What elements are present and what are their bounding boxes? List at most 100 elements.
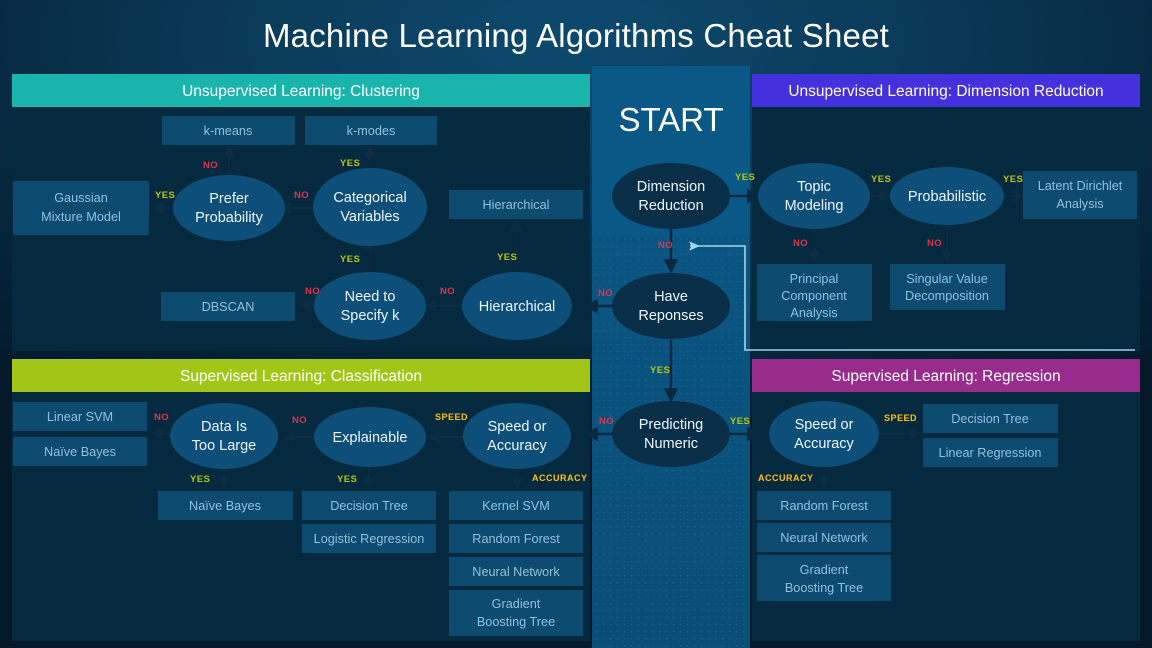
- box-pca-line3: Analysis: [790, 306, 837, 320]
- box-k-modes[interactable]: k-modes: [305, 116, 437, 145]
- node-dimension-reduction-line2: Reduction: [638, 198, 703, 214]
- box-k-means-label: k-means: [204, 124, 253, 138]
- box-naive-bayes-left[interactable]: Naïve Bayes: [13, 437, 147, 466]
- node-need-to-specify-k-line2: Specify k: [341, 308, 401, 324]
- box-hierarchical-result[interactable]: Hierarchical: [449, 190, 583, 219]
- box-random-forest-regression[interactable]: Random Forest: [757, 491, 891, 520]
- node-have-responses[interactable]: Have Reponses: [612, 273, 730, 339]
- box-pca-line1: Principal: [790, 272, 839, 286]
- box-pca-line2: Component: [781, 289, 847, 303]
- edge-label-exp-dt: YES: [337, 474, 357, 485]
- box-gradient-boosting-tree-classification[interactable]: Gradient Boosting Tree: [449, 590, 583, 636]
- edge-label-k-cv: YES: [340, 254, 360, 265]
- node-hierarchical-decision[interactable]: Hierarchical: [462, 272, 572, 340]
- box-lda-line2: Analysis: [1056, 197, 1103, 211]
- box-k-modes-label: k-modes: [347, 124, 396, 138]
- node-need-to-specify-k[interactable]: Need to Specify k: [314, 272, 426, 340]
- box-kernel-svm-label: Kernel SVM: [482, 499, 550, 513]
- node-probabilistic[interactable]: Probabilistic: [890, 167, 1004, 225]
- diagram-svg: Unsupervised Learning: Clustering Unsupe…: [12, 17, 1140, 648]
- node-data-is-too-large[interactable]: Data Is Too Large: [170, 403, 278, 469]
- edge-label-pn-yes: YES: [730, 416, 750, 427]
- node-categorical-variables-line1: Categorical: [333, 190, 406, 206]
- box-dbscan-label: DBSCAN: [202, 300, 255, 314]
- node-have-responses-line2: Reponses: [638, 308, 703, 324]
- node-dimension-reduction[interactable]: Dimension Reduction: [612, 163, 730, 229]
- node-need-to-specify-k-line1: Need to: [345, 289, 396, 305]
- node-topic-modeling-line1: Topic: [797, 179, 831, 195]
- cheat-sheet-canvas: Unsupervised Learning: Clustering Unsupe…: [0, 0, 1152, 648]
- node-predicting-numeric[interactable]: Predicting Numeric: [612, 401, 730, 467]
- edge-label-prob-lda: YES: [1003, 174, 1023, 185]
- box-linear-regression-label: Linear Regression: [939, 446, 1042, 460]
- box-gradient-boosting-tree-regression[interactable]: Gradient Boosting Tree: [757, 555, 891, 601]
- edge-label-regression-accuracy: ACCURACY: [758, 473, 814, 483]
- node-sa-regression-line1: Speed or: [795, 417, 854, 433]
- edge-label-hr-yes: YES: [650, 365, 670, 376]
- box-dbscan[interactable]: DBSCAN: [161, 292, 295, 321]
- box-svd-line1: Singular Value: [906, 272, 988, 286]
- box-lda-line1: Latent Dirichlet: [1038, 179, 1123, 193]
- edge-label-cv-kmodes: YES: [340, 158, 360, 169]
- box-random-forest-classification[interactable]: Random Forest: [449, 524, 583, 553]
- edge-label-pp-kmeans: NO: [203, 160, 218, 171]
- box-gaussian-mixture-model[interactable]: Gaussian Mixture Model: [13, 181, 149, 235]
- edge-label-regression-speed: SPEED: [884, 413, 917, 423]
- box-neural-network-classification[interactable]: Neural Network: [449, 557, 583, 586]
- box-decision-tree-regression[interactable]: Decision Tree: [923, 404, 1058, 433]
- node-prefer-probability-line2: Probability: [195, 210, 263, 226]
- panel-header-dimension-reduction-label: Unsupervised Learning: Dimension Reducti…: [788, 83, 1103, 100]
- box-singular-value-decomposition[interactable]: Singular Value Decomposition: [890, 264, 1005, 310]
- box-decision-tree-regression-label: Decision Tree: [951, 412, 1029, 426]
- box-latent-dirichlet-analysis[interactable]: Latent Dirichlet Analysis: [1023, 171, 1137, 219]
- box-linear-svm-label: Linear SVM: [47, 410, 113, 424]
- node-prefer-probability[interactable]: Prefer Probability: [173, 175, 285, 241]
- box-k-means[interactable]: k-means: [162, 116, 295, 145]
- edge-label-dl-svm: NO: [154, 412, 169, 423]
- node-hierarchical-decision-line1: Hierarchical: [479, 299, 556, 315]
- edge-label-exp-dl: NO: [292, 415, 307, 426]
- node-topic-modeling-line2: Modeling: [785, 198, 844, 214]
- start-label: START: [618, 101, 723, 138]
- edge-label-dl-nb: YES: [190, 474, 210, 485]
- node-topic-modeling[interactable]: Topic Modeling: [758, 163, 870, 229]
- page-title: Machine Learning Algorithms Cheat Sheet: [263, 17, 889, 54]
- node-explainable[interactable]: Explainable: [314, 407, 426, 467]
- edge-label-hier-box: YES: [497, 252, 517, 263]
- box-neural-network-regression[interactable]: Neural Network: [757, 523, 891, 552]
- box-kernel-svm[interactable]: Kernel SVM: [449, 491, 583, 520]
- node-categorical-variables-line2: Variables: [340, 209, 399, 225]
- edge-label-dr-yes: YES: [735, 172, 755, 183]
- edge-label-prob-svd: NO: [927, 238, 942, 249]
- box-random-forest-classification-label: Random Forest: [472, 532, 560, 546]
- node-data-is-too-large-line2: Too Large: [192, 438, 257, 454]
- panel-header-classification-label: Supervised Learning: Classification: [180, 368, 422, 385]
- box-random-forest-regression-label: Random Forest: [780, 499, 868, 513]
- node-predicting-numeric-line2: Numeric: [644, 436, 698, 452]
- box-principal-component-analysis[interactable]: Principal Component Analysis: [757, 264, 872, 321]
- box-logistic-regression-label: Logistic Regression: [314, 532, 425, 546]
- box-decision-tree-classification-label: Decision Tree: [330, 499, 408, 513]
- box-gbt-regression-line1: Gradient: [800, 563, 849, 577]
- panel-header-clustering-label: Unsupervised Learning: Clustering: [182, 83, 420, 100]
- edge-label-sa-accuracy: ACCURACY: [532, 473, 588, 483]
- node-speed-or-accuracy-regression[interactable]: Speed or Accuracy: [769, 401, 879, 467]
- box-gbt-classification-line1: Gradient: [492, 597, 541, 611]
- box-gbt-regression-line2: Boosting Tree: [785, 581, 863, 595]
- box-svd-line2: Decomposition: [905, 289, 989, 303]
- box-naive-bayes-left-label: Naïve Bayes: [44, 445, 116, 459]
- node-sa-classification-line2: Accuracy: [487, 438, 547, 454]
- box-naive-bayes-below[interactable]: Naïve Bayes: [158, 491, 293, 520]
- box-linear-svm[interactable]: Linear SVM: [13, 402, 147, 431]
- edge-label-pp-gmm: YES: [155, 190, 175, 201]
- node-predicting-numeric-line1: Predicting: [639, 417, 703, 433]
- node-speed-or-accuracy-classification[interactable]: Speed or Accuracy: [463, 403, 571, 469]
- box-linear-regression[interactable]: Linear Regression: [923, 438, 1058, 467]
- node-explainable-line1: Explainable: [333, 430, 408, 446]
- node-categorical-variables[interactable]: Categorical Variables: [313, 168, 427, 246]
- box-logistic-regression[interactable]: Logistic Regression: [302, 524, 436, 553]
- edge-label-hier-k: NO: [440, 286, 455, 297]
- node-sa-regression-line2: Accuracy: [794, 436, 854, 452]
- box-decision-tree-classification[interactable]: Decision Tree: [302, 491, 436, 520]
- edge-label-tm-pca: NO: [793, 238, 808, 249]
